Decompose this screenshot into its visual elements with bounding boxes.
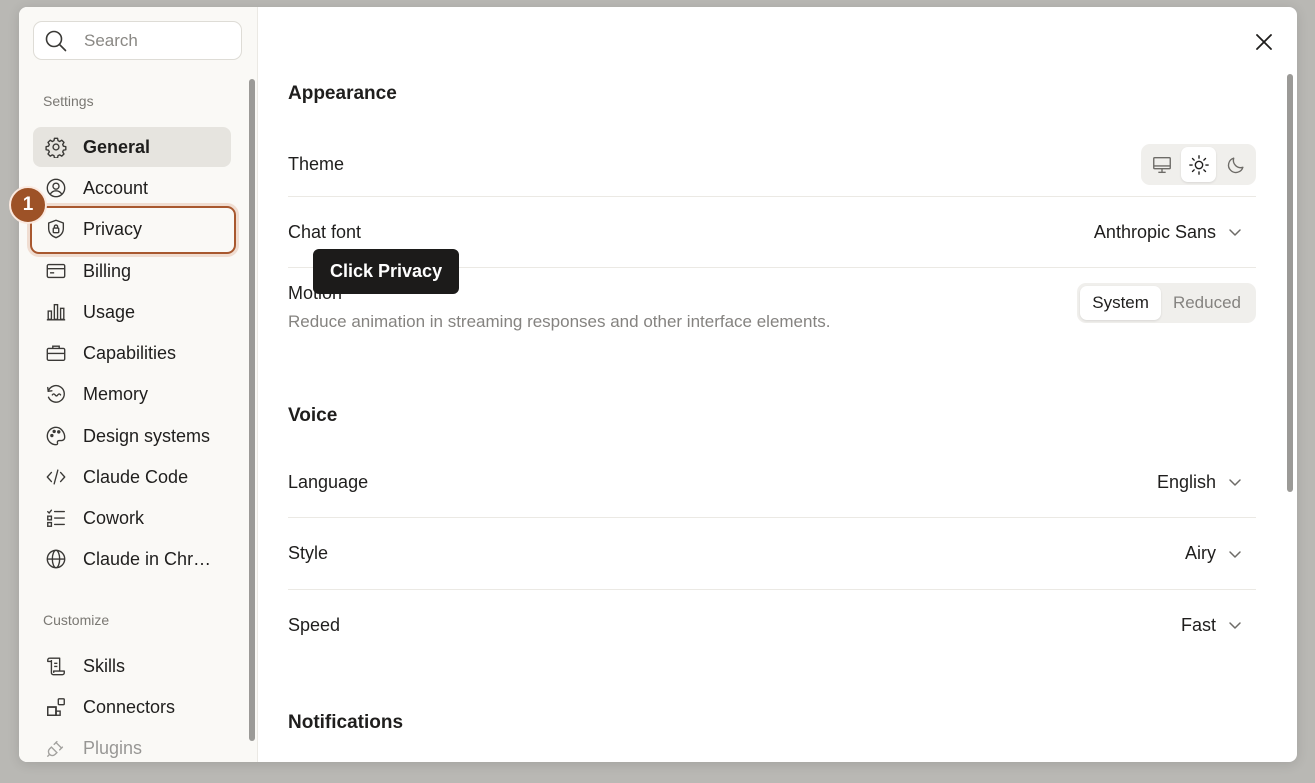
sidebar-item-label: Capabilities xyxy=(83,342,177,363)
plug-icon xyxy=(45,737,67,759)
theme-light-option[interactable] xyxy=(1181,147,1216,182)
language-row: Language English xyxy=(288,447,1256,518)
moon-icon xyxy=(1227,156,1244,173)
credit-card-icon xyxy=(45,260,67,282)
sidebar-item-label: Skills xyxy=(83,655,126,676)
style-row: Style Airy xyxy=(288,518,1256,590)
sidebar-scrollbar[interactable] xyxy=(249,79,255,741)
sidebar-item-label: Usage xyxy=(83,301,136,322)
instruction-tooltip: Click Privacy xyxy=(313,249,460,294)
monitor-icon xyxy=(1152,156,1171,173)
search-box[interactable] xyxy=(33,21,242,60)
theme-selector[interactable] xyxy=(1141,144,1256,185)
privacy-highlight xyxy=(30,206,236,254)
sidebar-item-label: Billing xyxy=(83,260,132,281)
sun-icon xyxy=(1188,154,1209,175)
step-badge: 1 xyxy=(9,186,47,224)
chat-font-dropdown[interactable]: Anthropic Sans xyxy=(1094,222,1256,243)
voice-heading: Voice xyxy=(288,405,338,426)
sidebar-item-general[interactable]: General xyxy=(33,127,231,167)
sidebar-item-label: Connectors xyxy=(83,696,176,717)
memory-icon xyxy=(45,383,67,405)
speed-label: Speed xyxy=(288,614,341,635)
sidebar-item-label: Cowork xyxy=(83,507,145,528)
sidebar-item-label: General xyxy=(83,136,151,157)
sidebar-item-plugins[interactable]: Plugins xyxy=(33,728,231,762)
speed-dropdown[interactable]: Fast xyxy=(1181,615,1256,636)
chevron-down-icon xyxy=(1229,479,1241,486)
blocks-icon xyxy=(45,696,67,718)
scroll-icon xyxy=(45,655,67,677)
theme-dark-option[interactable] xyxy=(1218,147,1253,182)
close-icon[interactable] xyxy=(1253,31,1275,53)
gear-icon xyxy=(45,136,67,158)
style-value: Airy xyxy=(1185,543,1216,563)
search-icon xyxy=(45,30,67,51)
content-scrollbar[interactable] xyxy=(1287,74,1293,492)
speed-row: Speed Fast xyxy=(288,590,1256,660)
settings-content: Appearance Theme Chat font Anthropic San… xyxy=(258,7,1297,762)
motion-selector[interactable]: System Reduced xyxy=(1077,283,1256,323)
sidebar-item-claude-in-chrome[interactable]: Claude in Chr… xyxy=(33,539,231,579)
customize-section-label: Customize xyxy=(43,612,110,628)
user-circle-icon xyxy=(45,177,67,199)
motion-description: Reduce animation in streaming responses … xyxy=(288,312,831,331)
settings-section-label: Settings xyxy=(43,93,94,109)
sidebar-item-label: Claude in Chr… xyxy=(83,548,212,569)
chat-font-label: Chat font xyxy=(288,221,362,242)
settings-sidebar: Settings General Account Privacy Billing… xyxy=(19,7,258,762)
sidebar-item-label: Claude Code xyxy=(83,466,189,487)
chevron-down-icon xyxy=(1229,550,1241,558)
sidebar-item-cowork[interactable]: Cowork xyxy=(33,498,231,538)
sidebar-item-account[interactable]: Account xyxy=(33,168,231,208)
palette-icon xyxy=(45,425,67,447)
sidebar-item-label: Memory xyxy=(83,383,149,404)
appearance-heading: Appearance xyxy=(288,83,397,104)
globe-icon xyxy=(45,548,67,570)
chevron-down-icon xyxy=(1229,229,1241,236)
theme-system-option[interactable] xyxy=(1144,147,1179,182)
bar-chart-icon xyxy=(45,301,67,323)
briefcase-icon xyxy=(45,342,67,364)
theme-row: Theme xyxy=(288,133,1256,197)
sidebar-item-label: Account xyxy=(83,177,149,198)
sidebar-item-capabilities[interactable]: Capabilities xyxy=(33,333,231,373)
motion-reduced-option[interactable]: Reduced xyxy=(1161,286,1253,320)
sidebar-item-memory[interactable]: Memory xyxy=(33,374,231,414)
sidebar-item-claude-code[interactable]: Claude Code xyxy=(33,457,231,497)
code-icon xyxy=(45,466,67,488)
motion-system-option[interactable]: System xyxy=(1080,286,1161,320)
language-value: English xyxy=(1156,471,1216,492)
language-dropdown[interactable]: English xyxy=(1157,472,1256,493)
settings-modal: Settings General Account Privacy Billing… xyxy=(19,7,1297,762)
checklist-icon xyxy=(45,507,67,529)
sidebar-item-usage[interactable]: Usage xyxy=(33,292,231,332)
sidebar-item-label: Design systems xyxy=(83,425,211,446)
sidebar-item-design-systems[interactable]: Design systems xyxy=(33,416,231,456)
search-input[interactable] xyxy=(84,30,234,51)
chevron-down-icon xyxy=(1229,622,1241,629)
sidebar-item-label: Plugins xyxy=(83,737,143,758)
chat-font-value: Anthropic Sans xyxy=(1093,221,1216,242)
language-label: Language xyxy=(288,471,369,492)
theme-label: Theme xyxy=(288,154,345,174)
notifications-heading: Notifications xyxy=(288,712,404,733)
style-dropdown[interactable]: Airy xyxy=(1185,543,1256,564)
sidebar-item-billing[interactable]: Billing xyxy=(33,251,231,291)
style-label: Style xyxy=(288,543,329,563)
speed-value: Fast xyxy=(1180,614,1216,635)
sidebar-item-connectors[interactable]: Connectors xyxy=(33,687,231,727)
sidebar-item-skills[interactable]: Skills xyxy=(33,646,231,686)
